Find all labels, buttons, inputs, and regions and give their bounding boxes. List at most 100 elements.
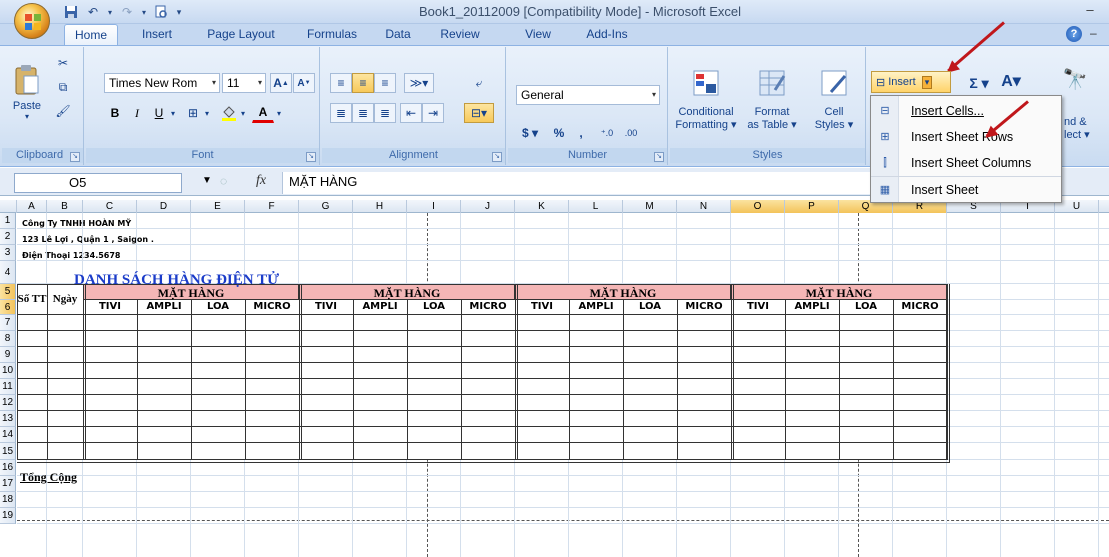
column-header-g[interactable]: G	[299, 200, 353, 213]
borders-dropdown-icon[interactable]: ▾	[202, 103, 212, 123]
font-size-select[interactable]: 11 ▾	[222, 73, 266, 93]
menu-item-insert-sheet[interactable]: ▦ Insert Sheet	[871, 176, 1061, 202]
align-bottom-icon[interactable]: ≡	[374, 73, 396, 93]
row-header-11[interactable]: 11	[0, 379, 16, 395]
format-as-table-button[interactable]: Format as Table ▾	[740, 51, 804, 147]
insert-function-icon[interactable]: fx	[256, 173, 266, 189]
row-header-17[interactable]: 17	[0, 476, 16, 492]
column-header-m[interactable]: M	[623, 200, 677, 213]
redo-dropdown-icon[interactable]: ▾	[140, 3, 148, 21]
row-header-15[interactable]: 15	[0, 443, 16, 460]
format-painter-icon[interactable]: 🖌	[52, 101, 74, 121]
menu-item-insert-sheet-rows[interactable]: ⊞ Insert Sheet Rows	[871, 124, 1061, 150]
column-header-o[interactable]: O	[731, 200, 785, 213]
menu-item-insert-sheet-columns[interactable]: ⫿ Insert Sheet Columns	[871, 150, 1061, 176]
column-header-a[interactable]: A	[17, 200, 47, 213]
percent-icon[interactable]: %	[548, 123, 570, 143]
row-header-7[interactable]: 7	[0, 315, 16, 331]
undo-dropdown-icon[interactable]: ▾	[106, 3, 114, 21]
number-format-select[interactable]: General ▾	[516, 85, 660, 105]
merge-center-icon[interactable]: ⊟▾	[464, 103, 494, 123]
row-header-8[interactable]: 8	[0, 331, 16, 347]
row-header-1[interactable]: 1	[0, 213, 16, 229]
decrease-indent-icon[interactable]: ⇤	[400, 103, 422, 123]
formula-input[interactable]: MẶT HÀNG	[282, 172, 872, 194]
save-icon[interactable]	[62, 3, 80, 21]
row-header-13[interactable]: 13	[0, 411, 16, 427]
undo-icon[interactable]: ↶	[84, 3, 102, 21]
help-icon[interactable]: ?	[1066, 26, 1082, 42]
cell-styles-button[interactable]: Cell Styles ▾	[806, 51, 862, 147]
decrease-decimal-icon[interactable]: .00	[620, 123, 642, 143]
row-header-2[interactable]: 2	[0, 229, 16, 245]
row-header-9[interactable]: 9	[0, 347, 16, 363]
paste-button[interactable]: Paste ▾	[10, 57, 44, 127]
redo-icon[interactable]: ↷	[118, 3, 136, 21]
fill-color-dropdown-icon[interactable]: ▾	[238, 103, 248, 123]
borders-icon[interactable]: ⊞	[182, 103, 204, 123]
row-header-4[interactable]: 4	[0, 261, 16, 284]
column-header-i[interactable]: I	[407, 200, 461, 213]
row-header-16[interactable]: 16	[0, 460, 16, 476]
tab-page-layout[interactable]: Page Layout	[198, 24, 284, 45]
find-select-label[interactable]: nd & lect ▾	[1064, 113, 1108, 143]
cut-icon[interactable]: ✂	[52, 53, 74, 73]
clipboard-launcher-icon[interactable]: ↘	[70, 152, 80, 162]
font-name-select[interactable]: Times New Rom ▾	[104, 73, 220, 93]
autosum-icon[interactable]: Σ ▾	[968, 73, 990, 93]
select-all-corner[interactable]	[0, 200, 17, 213]
align-right-icon[interactable]: ≣	[374, 103, 396, 123]
underline-icon[interactable]: U	[148, 103, 170, 123]
column-header-j[interactable]: J	[461, 200, 515, 213]
comma-icon[interactable]: ,	[570, 123, 592, 143]
tab-insert[interactable]: Insert	[132, 24, 182, 45]
increase-decimal-icon[interactable]: ⁺.0	[596, 123, 618, 143]
row-header-12[interactable]: 12	[0, 395, 16, 411]
column-header-p[interactable]: P	[785, 200, 839, 213]
currency-icon[interactable]: $ ▾	[516, 123, 544, 143]
tab-formulas[interactable]: Formulas	[300, 24, 364, 45]
find-select-icon[interactable]: 🔭	[1063, 69, 1088, 91]
menu-item-insert-cells[interactable]: ⊟ Insert Cells...	[871, 98, 1061, 124]
column-header-e[interactable]: E	[191, 200, 245, 213]
row-header-14[interactable]: 14	[0, 427, 16, 443]
row-header-18[interactable]: 18	[0, 492, 16, 508]
column-header-h[interactable]: H	[353, 200, 407, 213]
tab-home[interactable]: Home	[64, 24, 118, 45]
grow-font-icon[interactable]: A ▲	[270, 73, 292, 93]
row-header-10[interactable]: 10	[0, 363, 16, 379]
row-header-5[interactable]: 5	[0, 284, 16, 300]
row-header-3[interactable]: 3	[0, 245, 16, 261]
column-header-k[interactable]: K	[515, 200, 569, 213]
underline-dropdown-icon[interactable]: ▾	[168, 103, 178, 123]
font-color-dropdown-icon[interactable]: ▾	[274, 103, 284, 123]
tab-view[interactable]: View	[518, 24, 558, 45]
tab-add-ins[interactable]: Add-Ins	[578, 24, 636, 45]
increase-indent-icon[interactable]: ⇥	[422, 103, 444, 123]
tab-data[interactable]: Data	[378, 24, 418, 45]
conditional-formatting-button[interactable]: Conditional Formatting ▾	[674, 51, 738, 147]
name-box[interactable]: O5	[14, 173, 182, 193]
number-launcher-icon[interactable]: ↘	[654, 152, 664, 162]
align-left-icon[interactable]: ≣	[330, 103, 352, 123]
tab-review[interactable]: Review	[432, 24, 488, 45]
align-top-icon[interactable]: ≡	[330, 73, 352, 93]
insert-dropdown-icon[interactable]: ▾	[921, 75, 933, 89]
bold-icon[interactable]: B	[104, 103, 126, 123]
row-header-6[interactable]: 6	[0, 300, 16, 315]
font-launcher-icon[interactable]: ↘	[306, 152, 316, 162]
column-header-f[interactable]: F	[245, 200, 299, 213]
column-header-l[interactable]: L	[569, 200, 623, 213]
row-header-19[interactable]: 19	[0, 508, 16, 524]
insert-cells-button[interactable]: ⊟ Insert ▾	[871, 71, 951, 93]
wrap-text-icon[interactable]: ⤶	[468, 73, 490, 93]
align-center-icon[interactable]: ≣	[352, 103, 374, 123]
column-header-d[interactable]: D	[137, 200, 191, 213]
fill-color-icon[interactable]	[218, 103, 240, 123]
column-header-b[interactable]: B	[47, 200, 83, 213]
minimize-button[interactable]: –	[1080, 2, 1100, 20]
orientation-icon[interactable]: ≫▾	[404, 73, 434, 93]
shrink-font-icon[interactable]: A ▼	[293, 73, 315, 93]
alignment-launcher-icon[interactable]: ↘	[492, 152, 502, 162]
font-color-icon[interactable]: A	[252, 103, 274, 123]
